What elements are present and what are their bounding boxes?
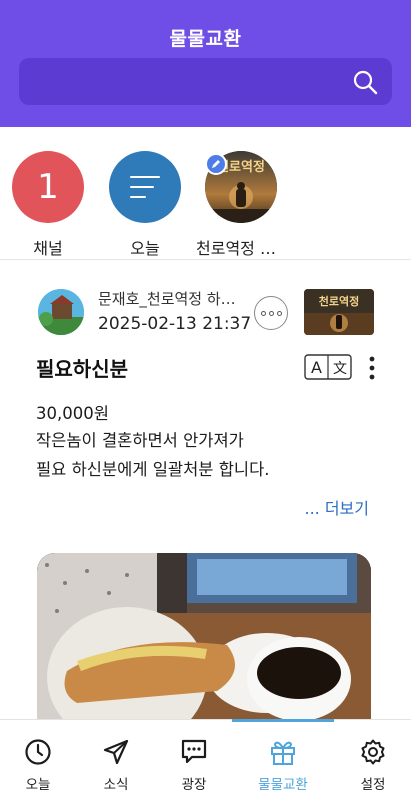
channel-label: 천로역정 하이라이트	[196, 239, 286, 258]
post-title[interactable]: 필요하신분	[36, 353, 128, 382]
tab-label: 설정	[360, 777, 386, 793]
svg-text:천로역정: 천로역정	[319, 294, 359, 308]
paper-plane-icon	[103, 739, 129, 765]
kebab-menu-icon[interactable]	[366, 354, 378, 382]
post-card: 문재호_천로역정 하이라이트 2025-02-13 21:37 천로역정 필요하…	[0, 261, 411, 719]
tab-label: 오늘	[25, 777, 51, 793]
avatar-image	[38, 289, 84, 335]
post-date: 2025-02-13 21:37	[98, 314, 252, 334]
gift-icon	[271, 741, 295, 765]
more-options-button[interactable]	[254, 296, 288, 330]
clock-icon	[25, 739, 51, 765]
tab-today[interactable]: 오늘	[0, 720, 79, 800]
dot-icon	[268, 310, 274, 316]
tab-label: 소식	[103, 777, 129, 793]
app-header: 물물교환	[0, 0, 411, 127]
tab-label: 물물교환	[258, 777, 308, 793]
see-more-link[interactable]: ... 더보기	[304, 495, 369, 519]
svg-text:A: A	[311, 358, 322, 377]
tab-settings[interactable]: 설정	[332, 720, 411, 800]
channel-item-today[interactable]: 오늘	[100, 151, 190, 259]
dot-icon	[276, 310, 282, 316]
gear-icon	[361, 739, 385, 765]
post-thumbnail[interactable]: 천로역정	[304, 289, 374, 335]
tab-label: 광장	[181, 777, 207, 793]
tab-barter[interactable]: 물물교환	[242, 720, 324, 800]
photo-image	[37, 553, 371, 719]
avatar[interactable]	[38, 289, 84, 335]
search-icon[interactable]	[352, 69, 378, 95]
list-icon	[130, 176, 160, 198]
post-price: 30,000원	[36, 404, 109, 423]
channel-row: 1 채널 오늘 천로역정 천로역정 하	[0, 127, 411, 260]
channel-thumb-circle[interactable]: 천로역정	[205, 151, 277, 223]
channel-count: 1	[37, 167, 59, 207]
chat-bubble-icon	[181, 739, 207, 764]
post-photo[interactable]	[37, 553, 371, 719]
tab-plaza[interactable]: 광장	[153, 720, 235, 800]
tab-news[interactable]: 소식	[75, 720, 157, 800]
channel-count-circle[interactable]: 1	[12, 151, 84, 223]
channel-item-channels[interactable]: 1 채널	[3, 151, 93, 259]
pencil-badge-icon	[205, 153, 227, 175]
svg-text:文: 文	[333, 361, 347, 377]
post-body-line: 필요 하신분에게 일괄처분 합니다.	[36, 460, 270, 479]
dot-icon	[260, 310, 266, 316]
page-title: 물물교환	[169, 28, 242, 50]
book-cover-image: 천로역정	[304, 289, 374, 335]
today-circle[interactable]	[109, 151, 181, 223]
search-bar[interactable]	[19, 58, 392, 105]
channel-label: 채널	[33, 239, 63, 258]
translate-icon[interactable]: A 文	[304, 354, 352, 380]
post-author[interactable]: 문재호_천로역정 하이라이트	[98, 288, 248, 309]
channel-item-pilgrim[interactable]: 천로역정 천로역정 하이라이트	[196, 151, 286, 259]
bottom-tab-bar: 오늘 소식 광장 물물교환 설정	[0, 719, 411, 800]
post-body-line: 작은놈이 결혼하면서 안가져가	[36, 431, 244, 450]
channel-label: 오늘	[130, 239, 160, 258]
